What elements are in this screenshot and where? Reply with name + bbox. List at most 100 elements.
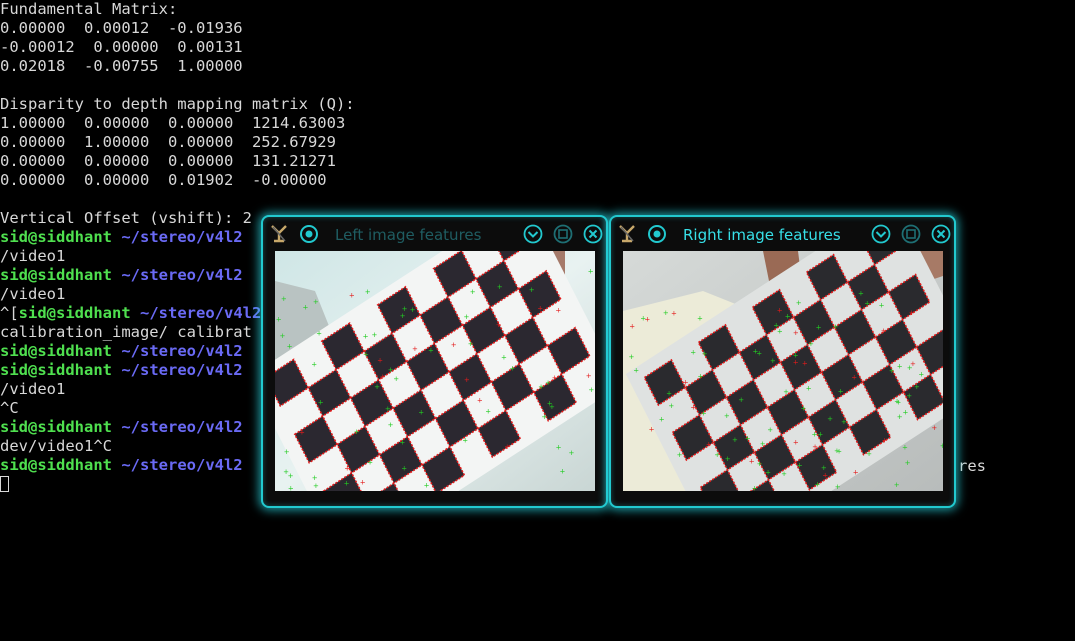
maximize-icon[interactable]: [901, 224, 921, 244]
window-titlebar[interactable]: Left image features: [263, 217, 606, 251]
feature-point-marker: +: [895, 398, 901, 406]
feature-point-marker: +: [909, 309, 915, 317]
feature-point-marker: +: [313, 482, 319, 490]
feature-point-marker: +: [640, 315, 646, 323]
feature-point-marker: +: [385, 405, 391, 413]
feature-point-marker: +: [822, 472, 828, 480]
feature-point-marker: +: [649, 426, 655, 434]
feature-point-marker: +: [629, 323, 635, 331]
feature-point-marker: +: [569, 449, 575, 457]
terminal-line: 0.00000 0.00000 0.00000 131.21271: [0, 152, 336, 170]
maximize-icon[interactable]: [553, 224, 573, 244]
feature-point-marker: +: [287, 343, 293, 351]
left-features-window[interactable]: Left image features + + + + + + + + + + …: [261, 215, 608, 508]
feature-point-marker: +: [765, 469, 771, 477]
pin-icon[interactable]: [299, 224, 319, 244]
feature-point-marker: +: [388, 366, 394, 374]
feature-point-marker: +: [783, 388, 789, 396]
feature-point-marker: +: [894, 481, 900, 489]
feature-point-marker: +: [280, 332, 286, 340]
feature-point-marker: +: [793, 439, 799, 447]
feature-point-marker: +: [882, 436, 888, 444]
feature-point-marker: +: [556, 443, 562, 451]
feature-point-marker: +: [504, 443, 510, 451]
feature-point-marker: +: [303, 303, 309, 311]
feature-point-marker: +: [388, 421, 394, 429]
pin-icon[interactable]: [647, 224, 667, 244]
minimize-icon[interactable]: [871, 224, 891, 244]
feature-point-marker: +: [793, 329, 799, 337]
feature-point-marker: +: [812, 443, 818, 451]
feature-point-marker: +: [690, 404, 696, 412]
feature-point-marker: +: [690, 348, 696, 356]
feature-point-marker: +: [866, 450, 872, 458]
feature-point-marker: +: [745, 434, 751, 442]
feature-point-marker: +: [940, 442, 943, 450]
feature-point-marker: +: [738, 396, 744, 404]
feature-point-marker: +: [468, 340, 474, 348]
feature-point-marker: +: [377, 357, 383, 365]
feature-point-marker: +: [864, 300, 870, 308]
feature-point-marker: +: [276, 316, 282, 324]
feature-point-marker: +: [767, 426, 773, 434]
feature-point-marker: +: [806, 385, 812, 393]
feature-point-marker: +: [906, 392, 912, 400]
prompt-user: sid@siddhant: [18, 304, 131, 322]
feature-point-marker: +: [410, 306, 416, 314]
minimize-icon[interactable]: [523, 224, 543, 244]
feature-point-marker: +: [702, 350, 708, 358]
terminal-line: 0.00000 0.00012 -0.01936: [0, 19, 243, 37]
feature-point-marker: +: [821, 464, 827, 472]
feature-point-marker: +: [629, 353, 635, 361]
feature-point-marker: +: [560, 467, 566, 475]
feature-point-marker: +: [363, 333, 369, 341]
terminal-line: 0.00000 0.00000 0.01902 -0.00000: [0, 171, 327, 189]
window-titlebar[interactable]: Right image features: [611, 217, 954, 251]
feature-point-marker: +: [835, 483, 841, 491]
terminal-line: 0.00000 1.00000 0.00000 252.67929: [0, 133, 336, 151]
feature-point-marker: +: [284, 448, 290, 456]
terminal-partial-text: res: [958, 457, 986, 475]
feature-point-marker: +: [671, 310, 677, 318]
feature-point-marker: +: [400, 312, 406, 320]
feature-point-marker: +: [841, 418, 847, 426]
feature-point-marker: +: [724, 412, 730, 420]
feature-point-marker: +: [470, 288, 476, 296]
feature-point-marker: +: [796, 299, 802, 307]
feature-point-marker: +: [902, 444, 908, 452]
close-icon[interactable]: [583, 224, 603, 244]
feature-point-marker: +: [793, 351, 799, 359]
feature-point-marker: +: [752, 485, 758, 491]
feature-point-marker: +: [501, 353, 507, 361]
terminal-cursor: [0, 476, 9, 492]
feature-point-marker: +: [541, 413, 547, 421]
feature-point-marker: +: [412, 345, 418, 353]
feature-point-marker: +: [808, 340, 814, 348]
feature-point-marker: +: [797, 462, 803, 470]
feature-point-marker: +: [770, 357, 776, 365]
prompt-user: sid@siddhant: [0, 342, 112, 360]
prompt-user: sid@siddhant: [0, 361, 112, 379]
prompt-path: ~/stereo/v4l2: [121, 361, 243, 379]
feature-point-marker: +: [552, 374, 558, 382]
feature-point-marker: +: [281, 295, 287, 303]
prompt-user: sid@siddhant: [0, 456, 112, 474]
feature-point-marker: +: [401, 464, 407, 472]
terminal-line: 0.02018 -0.00755 1.00000: [0, 57, 243, 75]
close-icon[interactable]: [931, 224, 951, 244]
right-features-window[interactable]: Right image features + + + + + + + + + +…: [609, 215, 956, 508]
feature-point-marker: +: [428, 347, 434, 355]
feature-point-marker: +: [714, 451, 720, 459]
feature-point-marker: +: [777, 307, 783, 315]
feature-point-marker: +: [424, 482, 430, 490]
feature-point-marker: +: [545, 379, 551, 387]
feature-point-marker: +: [827, 415, 833, 423]
feature-point-marker: +: [418, 409, 424, 417]
feature-point-marker: +: [363, 350, 369, 358]
app-icon: [271, 225, 287, 243]
feature-point-marker: +: [588, 267, 594, 275]
feature-point-marker: +: [725, 455, 731, 463]
feature-point-marker: +: [344, 479, 350, 487]
feature-point-marker: +: [549, 403, 555, 411]
